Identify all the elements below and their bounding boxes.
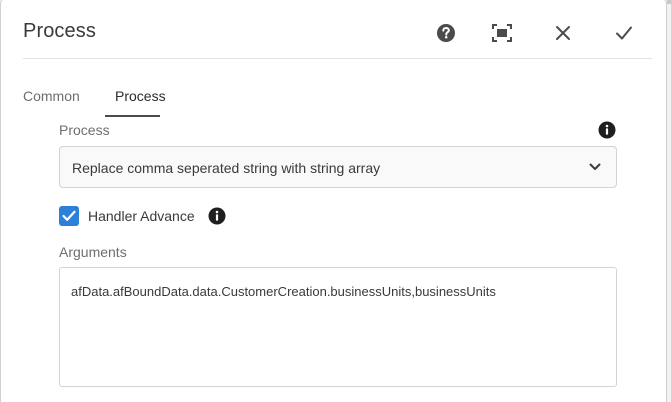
chevron-down-icon (588, 160, 602, 174)
process-field-label: Process (59, 122, 110, 138)
arguments-field-label: Arguments (59, 244, 127, 260)
handler-advance-info-icon[interactable] (208, 207, 226, 225)
done-button[interactable] (611, 20, 637, 46)
arguments-textarea[interactable]: afData.afBoundData.data.CustomerCreation… (59, 267, 617, 387)
help-icon (437, 24, 455, 42)
process-info-icon[interactable] (598, 121, 616, 139)
dialog-header: Process (1, 0, 666, 58)
tab-common[interactable]: Common (23, 88, 80, 104)
tab-process[interactable]: Process (115, 88, 166, 104)
active-tab-indicator (105, 115, 160, 117)
checkmark-icon (62, 210, 76, 221)
process-select-value: Replace comma seperated string with stri… (72, 160, 381, 176)
info-icon (208, 207, 226, 225)
dialog-title: Process (23, 20, 96, 42)
header-divider (23, 58, 652, 59)
handler-advance-checkbox[interactable] (59, 206, 79, 226)
background-corner (667, 0, 671, 4)
background-strip (667, 0, 671, 402)
help-button[interactable] (433, 20, 459, 46)
process-select[interactable]: Replace comma seperated string with stri… (59, 146, 617, 188)
close-icon (556, 26, 570, 40)
checkmark-icon (616, 26, 632, 40)
handler-advance-label[interactable]: Handler Advance (88, 208, 195, 224)
arguments-value: afData.afBoundData.data.CustomerCreation… (71, 284, 496, 299)
process-dialog: Process Common Process Process Replace c… (0, 0, 667, 402)
fullscreen-button[interactable] (489, 20, 515, 46)
info-icon (598, 121, 616, 139)
close-button[interactable] (550, 20, 576, 46)
fullscreen-icon (492, 24, 512, 42)
